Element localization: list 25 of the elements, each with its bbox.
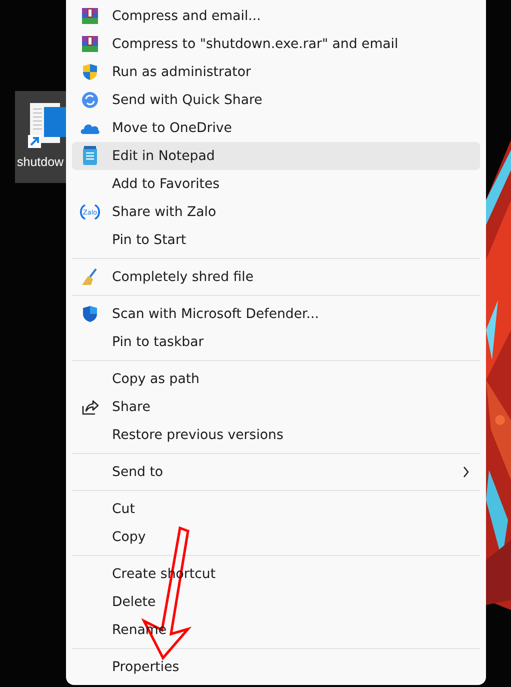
notepad-icon (82, 146, 98, 166)
sync-circle-icon (81, 91, 99, 109)
menu-item[interactable]: Scan with Microsoft Defender... (72, 300, 480, 328)
menu-item[interactable]: Properties (72, 653, 480, 681)
menu-item[interactable]: Completely shred file (72, 263, 480, 291)
shield-icon (81, 305, 99, 323)
menu-item[interactable]: Send to (72, 458, 480, 486)
broom-icon (81, 268, 99, 286)
menu-item[interactable]: Delete (72, 588, 480, 616)
menu-item[interactable]: Copy (72, 523, 480, 551)
menu-item[interactable]: Run as administrator (72, 58, 480, 86)
menu-item[interactable]: Share (72, 393, 480, 421)
menu-item[interactable]: Edit in Notepad (72, 142, 480, 170)
menu-item[interactable]: Pin to Start (72, 226, 480, 254)
menu-item[interactable]: Compress to "shutdown.exe.rar" and email (72, 30, 480, 58)
shortcut-label: shutdow (17, 155, 64, 169)
menu-item[interactable]: Copy as path (72, 365, 480, 393)
menu-item[interactable]: Restore previous versions (72, 421, 480, 449)
menu-item[interactable]: Compress and email... (72, 2, 480, 30)
menu-item[interactable]: Pin to taskbar (72, 328, 480, 356)
books-stack-icon (81, 35, 99, 53)
menu-item[interactable]: Cut (72, 495, 480, 523)
books-stack-icon (81, 7, 99, 25)
share-icon (81, 398, 99, 416)
shield-icon (81, 63, 99, 81)
